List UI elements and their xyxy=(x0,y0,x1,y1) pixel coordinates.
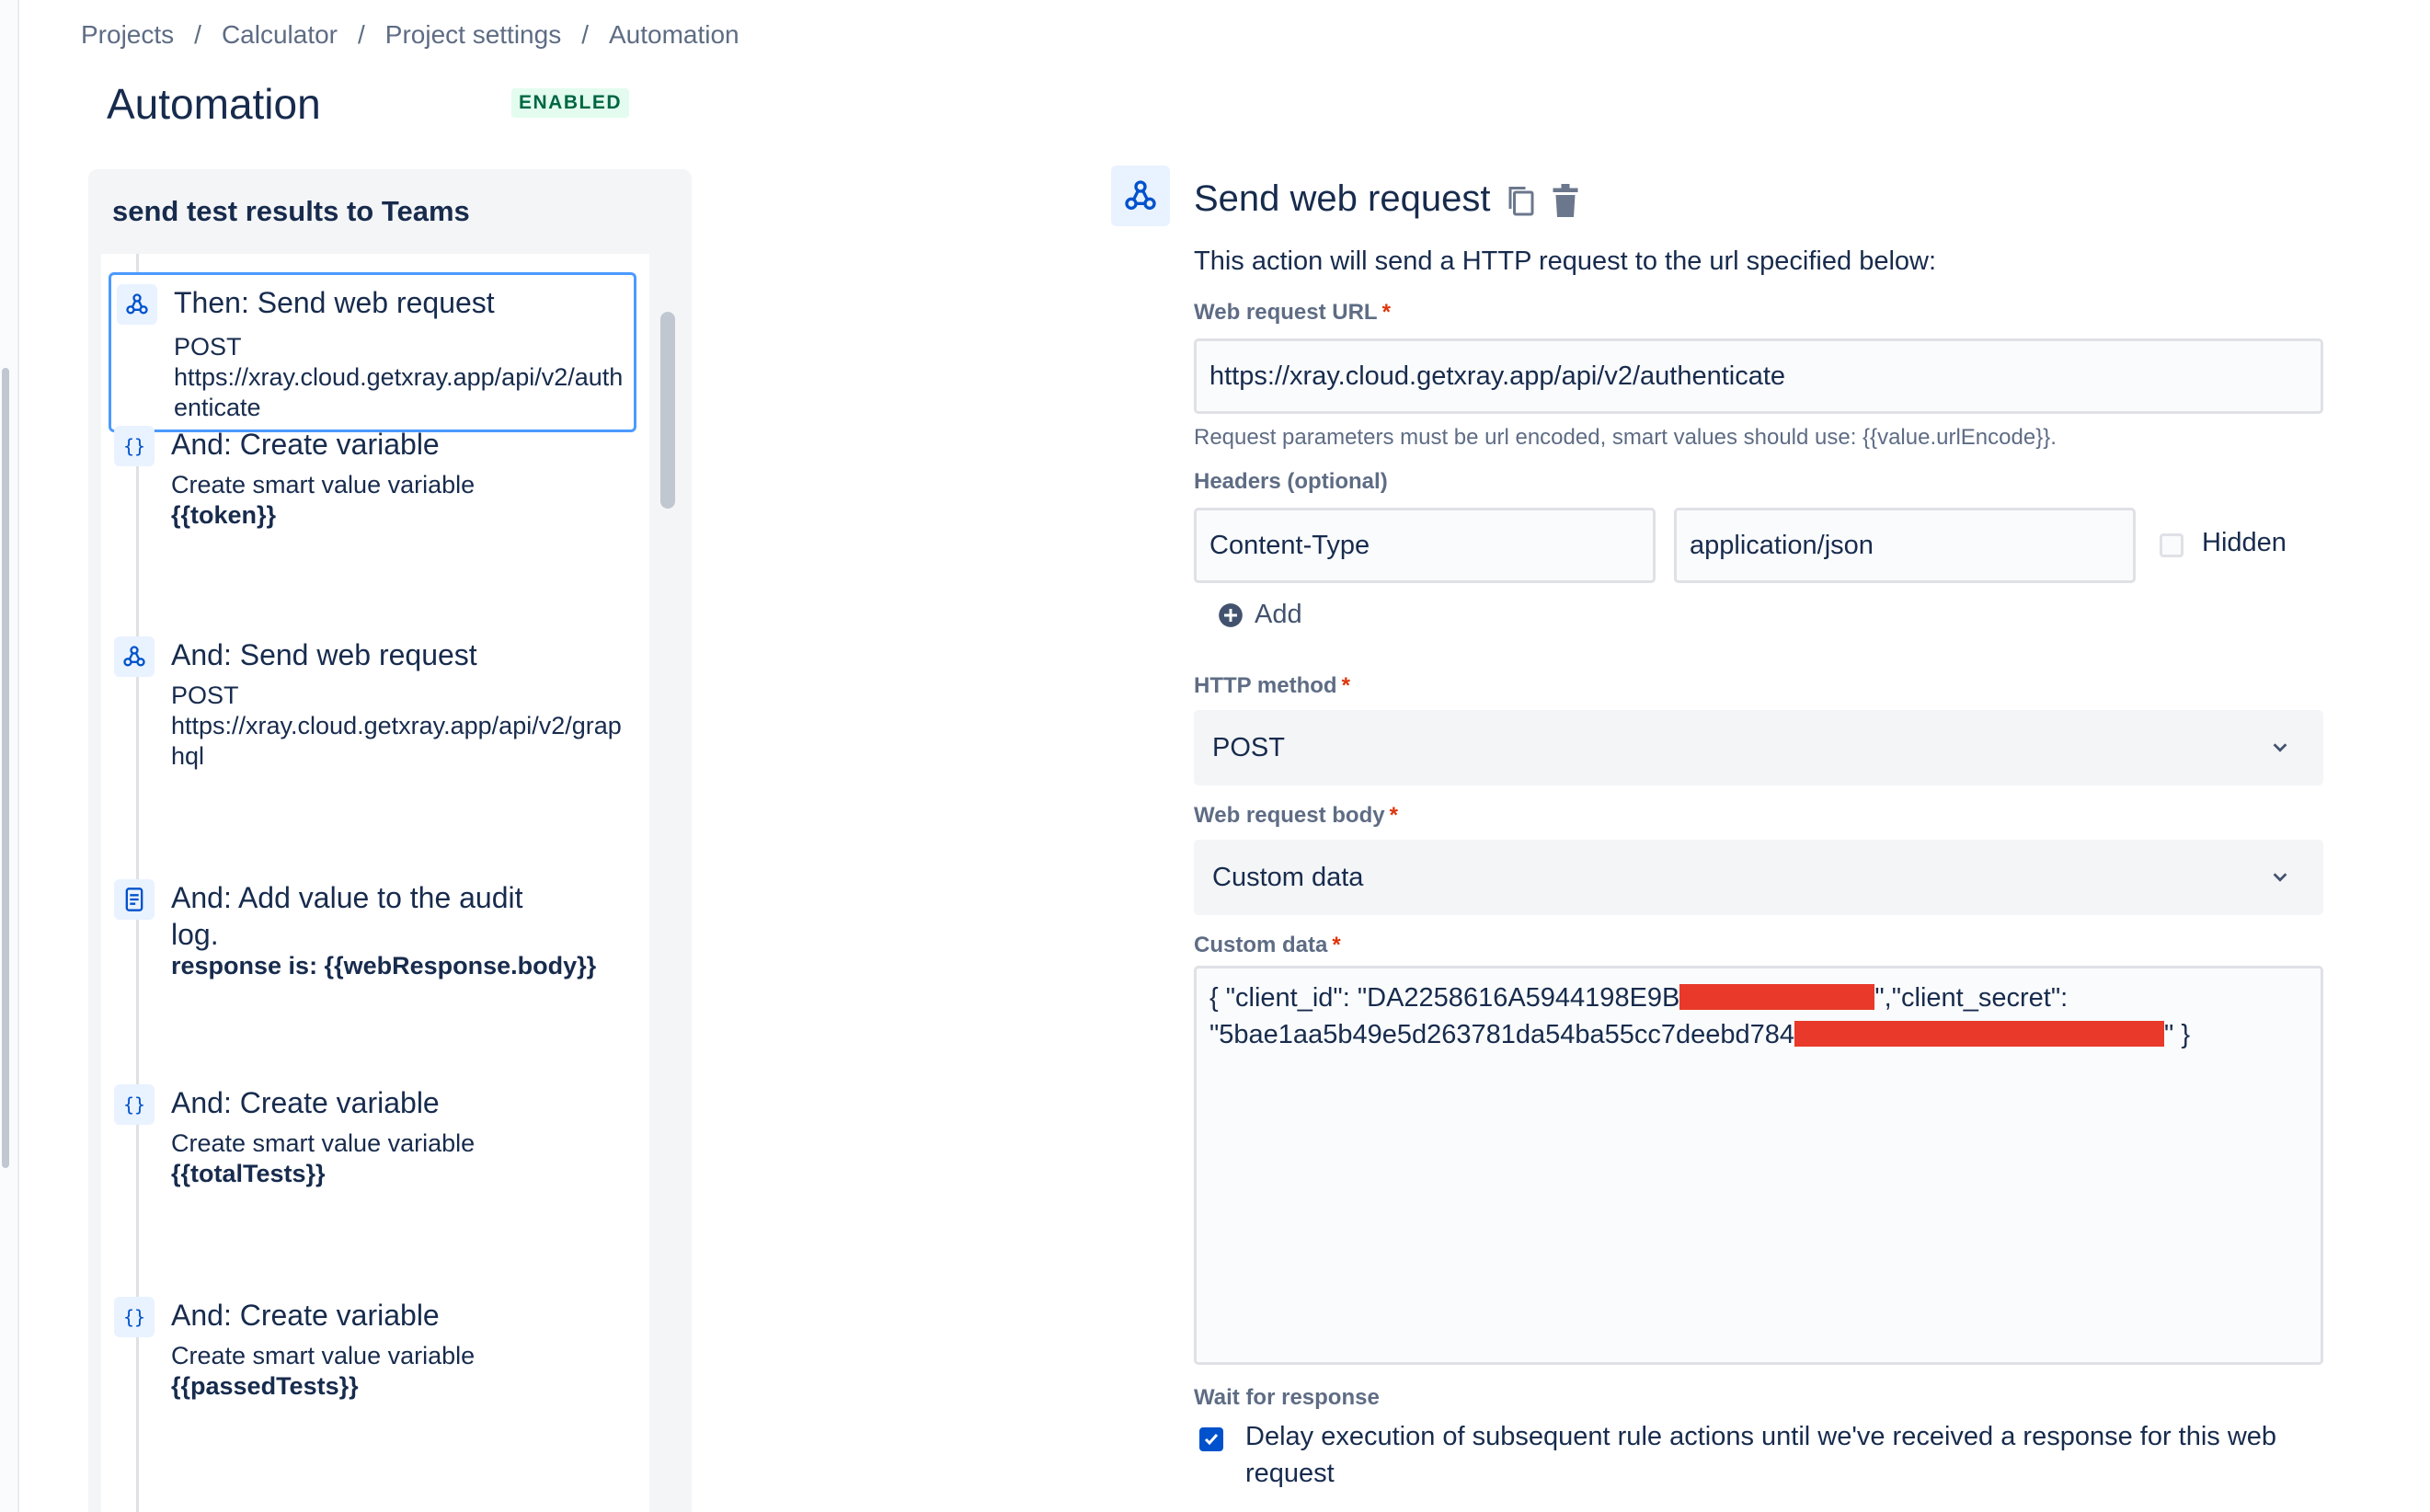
rule-item-desc-text: Create smart value variable xyxy=(171,1342,476,1369)
url-label-text: Web request URL xyxy=(1194,300,1378,325)
add-header-button[interactable]: Add xyxy=(1218,600,1302,630)
http-method-select[interactable]: POST xyxy=(1194,710,2323,785)
breadcrumb-project-settings[interactable]: Project settings xyxy=(385,20,561,50)
rule-item-variable-name: {{token}} xyxy=(171,501,277,529)
chevron-down-icon xyxy=(2273,743,2287,752)
rule-item-title: And: Create variable xyxy=(171,1086,440,1119)
custom-data-line-1: { "client_id": "DA2258616A5944198E9B ","c… xyxy=(1209,979,2308,1016)
checkmark-icon xyxy=(1204,1434,1219,1446)
required-asterisk: * xyxy=(1332,933,1341,957)
webhook-icon xyxy=(114,636,155,677)
custom-data-text: ","client_secret": xyxy=(1874,983,2069,1013)
url-input[interactable]: https://xray.cloud.getxray.app/api/v2/au… xyxy=(1194,338,2323,414)
automation-page: Projects / Calculator / Project settings / … xyxy=(0,0,2430,1512)
rule-item-send-web-request-graphql[interactable]: And: Send web request POST https://xray.… xyxy=(109,627,631,774)
headers-label: Headers (optional) xyxy=(1194,469,1388,494)
wait-for-response-text: Delay execution of subsequent rule actio… xyxy=(1245,1422,2277,1488)
rule-item-desc-text: Create smart value variable xyxy=(171,1129,476,1157)
rule-item-method: POST xyxy=(171,682,239,709)
rule-item-audit-log[interactable]: And: Add value to the audit log. respons… xyxy=(109,870,631,999)
method-label: HTTP method * xyxy=(1194,673,1350,699)
rule-item-description: Create smart value variable {{passedTest… xyxy=(171,1341,631,1402)
rule-item-title: And: Add value to the audit log. xyxy=(171,881,523,951)
side-rail xyxy=(0,0,19,1512)
rule-item-variable-name: {{totalTests}} xyxy=(171,1160,326,1187)
rule-item-create-variable-total-tests[interactable]: {} And: Create variable Create smart val… xyxy=(109,1075,631,1204)
braces-icon: {} xyxy=(114,426,155,466)
header-value-input[interactable]: application/json xyxy=(1674,508,2136,583)
breadcrumb-separator: / xyxy=(581,20,589,49)
required-asterisk: * xyxy=(1381,300,1391,325)
rule-item-description: Create smart value variable {{token}} xyxy=(171,470,631,531)
rule-item-title: And: Create variable xyxy=(171,1299,440,1332)
required-asterisk: * xyxy=(1389,803,1398,828)
breadcrumb-calculator[interactable]: Calculator xyxy=(222,20,338,50)
rule-item-create-variable-token[interactable]: {} And: Create variable Create smart val… xyxy=(109,417,631,545)
url-hint: Request parameters must be url encoded, … xyxy=(1194,425,2057,450)
add-label: Add xyxy=(1255,600,1302,629)
add-circle-icon xyxy=(1219,602,1243,627)
trash-icon[interactable] xyxy=(1549,182,1582,219)
rule-panel: send test results to Teams Then: Send we… xyxy=(88,169,692,1512)
custom-data-label-text: Custom data xyxy=(1194,933,1328,957)
rule-item-log-message: response is: {{webResponse.body}} xyxy=(171,952,597,979)
braces-icon: {} xyxy=(114,1084,155,1125)
redaction-mark xyxy=(1794,1021,2165,1047)
rule-item-url: https://xray.cloud.getxray.app/api/v2/gr… xyxy=(171,712,622,770)
page-title: Automation xyxy=(107,80,321,128)
rule-item-send-web-request-authenticate[interactable]: Then: Send web request POST https://xray… xyxy=(109,272,636,432)
document-icon xyxy=(114,879,155,920)
rule-item-description: POST https://xray.cloud.getxray.app/api/… xyxy=(174,332,634,423)
rule-list: Then: Send web request POST https://xray… xyxy=(101,254,649,1512)
webhook-icon xyxy=(1111,166,1170,226)
rule-item-variable-name: {{passedTests}} xyxy=(171,1372,359,1400)
body-label: Web request body * xyxy=(1194,803,1398,829)
rule-item-desc-text: Create smart value variable xyxy=(171,471,476,498)
wait-for-response-checkbox[interactable] xyxy=(1199,1427,1223,1451)
custom-data-text: "5bae1aa5b49e5d263781da54ba55cc7deebd784 xyxy=(1209,1020,1795,1049)
copy-icon[interactable] xyxy=(1505,182,1538,219)
rule-item-title: And: Send web request xyxy=(171,638,477,671)
web-request-body-select[interactable]: Custom data xyxy=(1194,840,2323,915)
rule-item-url: https://xray.cloud.getxray.app/api/v2/au… xyxy=(174,363,624,421)
chevron-down-icon xyxy=(2273,873,2287,882)
rule-item-title: And: Create variable xyxy=(171,428,440,461)
rule-item-method: POST xyxy=(174,333,242,361)
body-label-text: Web request body xyxy=(1194,803,1385,828)
url-label: Web request URL * xyxy=(1194,300,1391,326)
rule-list-scrollbar[interactable] xyxy=(660,312,675,509)
required-asterisk: * xyxy=(1341,673,1350,698)
rule-item-description: POST https://xray.cloud.getxray.app/api/… xyxy=(171,681,631,772)
hidden-label: Hidden xyxy=(2202,528,2287,557)
header-key-input[interactable]: Content-Type xyxy=(1194,508,1656,583)
braces-icon: {} xyxy=(114,1297,155,1337)
breadcrumb: Projects / Calculator / Project settings / … xyxy=(81,20,739,50)
breadcrumb-projects[interactable]: Projects xyxy=(81,20,174,50)
action-intro-text: This action will send a HTTP request to … xyxy=(1194,246,1937,276)
custom-data-textarea[interactable]: { "client_id": "DA2258616A5944198E9B ","c… xyxy=(1194,966,2323,1365)
side-rail-scrollbar[interactable] xyxy=(2,368,9,1168)
custom-data-text: { "client_id": "DA2258616A5944198E9B xyxy=(1209,983,1680,1013)
hidden-checkbox[interactable] xyxy=(2160,533,2184,557)
custom-data-line-2: "5bae1aa5b49e5d263781da54ba55cc7deebd784… xyxy=(1209,1016,2308,1053)
method-label-text: HTTP method xyxy=(1194,673,1337,698)
wait-for-response-label: Wait for response xyxy=(1194,1385,1380,1410)
custom-data-label: Custom data * xyxy=(1194,933,1341,958)
breadcrumb-automation[interactable]: Automation xyxy=(609,20,739,50)
http-method-value: POST xyxy=(1212,732,1285,762)
rule-name: send test results to Teams xyxy=(112,195,470,227)
custom-data-text: " } xyxy=(2164,1020,2191,1049)
breadcrumb-separator: / xyxy=(194,20,201,49)
rule-item-create-variable-passed-tests[interactable]: {} And: Create variable Create smart val… xyxy=(109,1288,631,1416)
action-title: Send web request xyxy=(1194,178,1491,219)
rule-item-description: Create smart value variable {{totalTests… xyxy=(171,1128,631,1189)
webhook-icon xyxy=(117,284,157,325)
rule-item-title: Then: Send web request xyxy=(174,286,495,319)
redaction-mark xyxy=(1679,984,1875,1010)
breadcrumb-separator: / xyxy=(358,20,365,49)
web-request-body-value: Custom data xyxy=(1212,862,1364,892)
status-badge: ENABLED xyxy=(511,88,630,118)
